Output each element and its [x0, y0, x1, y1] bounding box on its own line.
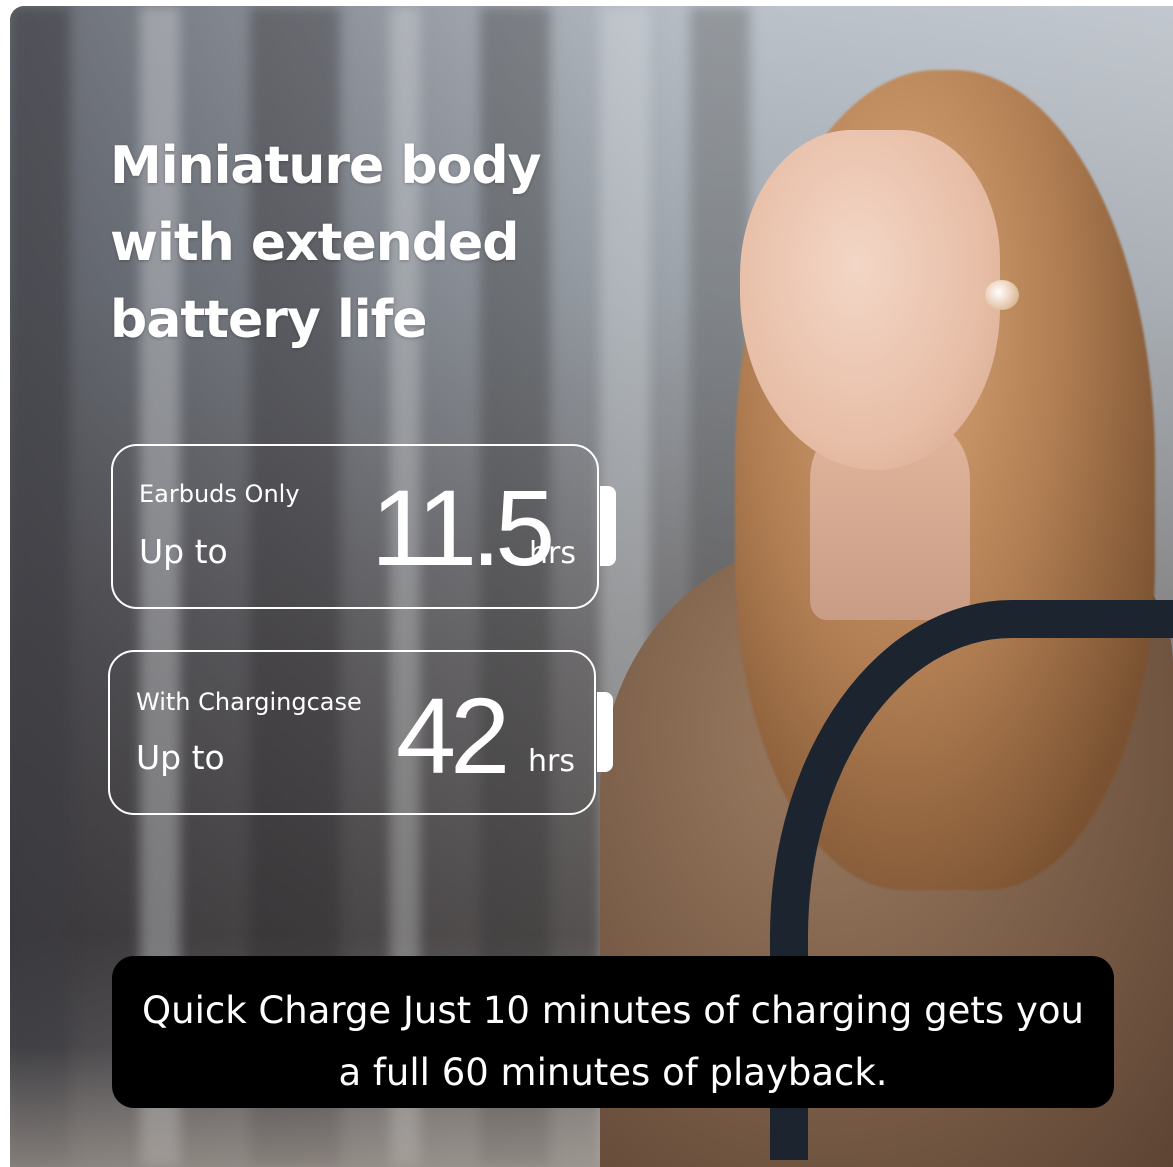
banner-line: a full 60 minutes of playback. — [338, 1051, 888, 1094]
headline-line: Miniature body — [110, 136, 541, 196]
battery-label: With Chargingcase — [136, 688, 362, 716]
banner-line: Quick Charge Just 10 minutes of charging… — [142, 989, 1084, 1032]
battery-prefix: Up to — [139, 532, 228, 571]
battery-value: 11.5 — [371, 467, 555, 588]
battery-tip-icon — [597, 692, 613, 772]
battery-unit: hrs — [529, 536, 576, 571]
headline: Miniature body with extended battery lif… — [110, 128, 670, 359]
earbud-icon — [985, 280, 1019, 310]
battery-value: 42 — [396, 675, 510, 796]
headline-line: battery life — [110, 290, 427, 350]
battery-unit: hrs — [528, 744, 575, 779]
background-column — [10, 6, 70, 1167]
battery-label: Earbuds Only — [139, 480, 300, 508]
quick-charge-banner: Quick Charge Just 10 minutes of charging… — [112, 956, 1114, 1108]
battery-tip-icon — [600, 486, 616, 566]
battery-card-charging-case: With Chargingcase Up to 42 hrs — [108, 650, 613, 815]
battery-card-earbuds: Earbuds Only Up to 11.5 hrs — [111, 444, 616, 609]
battery-prefix: Up to — [136, 738, 225, 777]
headline-line: with extended — [110, 213, 520, 273]
